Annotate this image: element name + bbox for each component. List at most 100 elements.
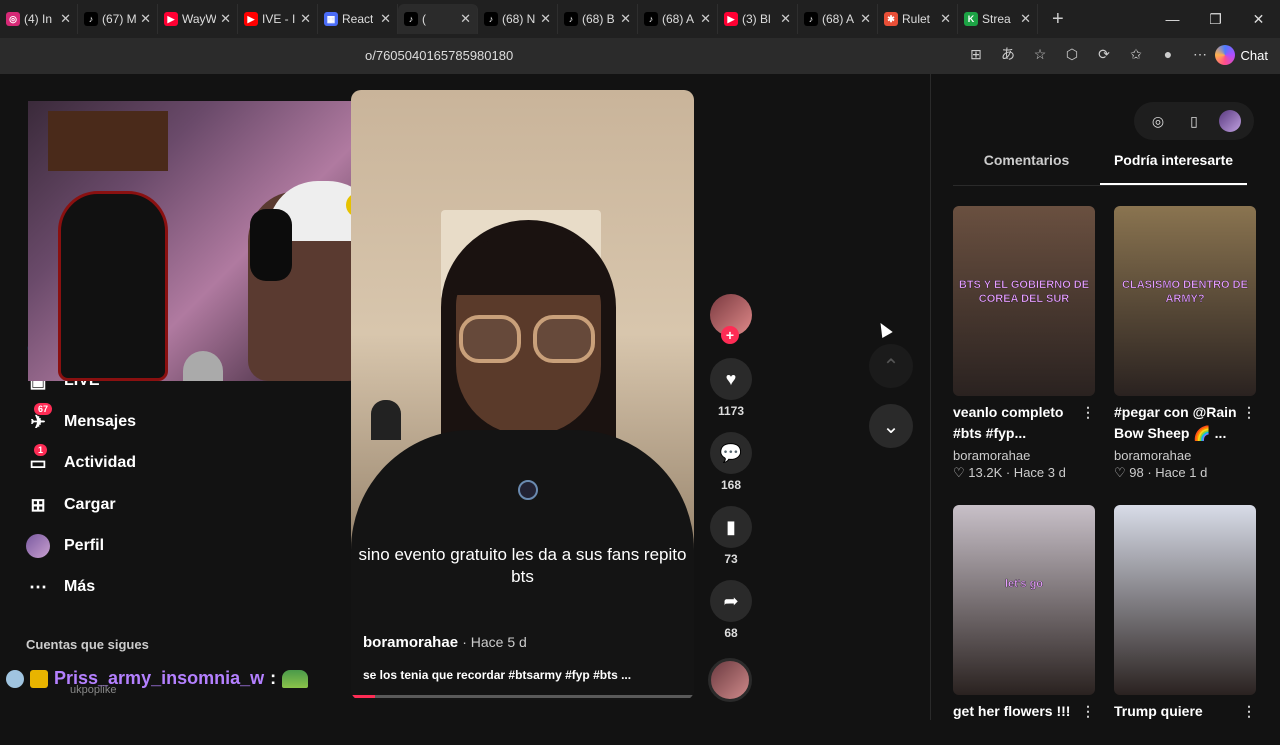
tab-close-icon[interactable]: ✕	[540, 11, 551, 27]
sidebar-item-cargar[interactable]: ⊞ Cargar	[26, 493, 115, 517]
sidebar-item-mensajes[interactable]: ✈ 67 Mensajes	[26, 403, 136, 434]
recommended-video-card[interactable]: BTS Y EL GOBIERNO DE COREA DEL SUR veanl…	[953, 206, 1095, 481]
tab-close-icon[interactable]: ✕	[700, 11, 711, 27]
sync-icon[interactable]: ⟳	[1094, 44, 1114, 64]
share-icon[interactable]: ➦	[710, 580, 752, 622]
tab-favicon-icon: ▶	[244, 12, 258, 26]
tab-close-icon[interactable]: ✕	[60, 11, 71, 27]
browser-tab[interactable]: ♪ (67) M ✕	[78, 4, 158, 34]
card-title[interactable]: Trump quiere ⋮	[1114, 701, 1256, 745]
save-button[interactable]: ▮ 73	[708, 506, 754, 568]
browser-tab[interactable]: ▶ WayW ✕	[158, 4, 238, 34]
more-options-icon[interactable]: ⋮	[1081, 701, 1095, 722]
video-player[interactable]: sino evento gratuito les da a sus fans r…	[351, 90, 694, 700]
url-text[interactable]: o/7605040165785980180	[365, 48, 513, 63]
recommended-video-card[interactable]: Trump quiere ⋮	[1114, 505, 1256, 745]
app-icon[interactable]: ⊞	[966, 44, 986, 64]
webcam-gaming-chair	[58, 191, 168, 381]
heart-icon[interactable]: ♥	[710, 358, 752, 400]
next-video-chevron-down-icon[interactable]: ⌄	[869, 404, 913, 448]
video-thumbnail[interactable]: BTS Y EL GOBIERNO DE COREA DEL SUR	[953, 206, 1095, 396]
more-options-icon[interactable]: ⋮	[1081, 402, 1095, 423]
tab-close-icon[interactable]: ✕	[380, 11, 391, 27]
video-thumbnail[interactable]	[1114, 505, 1256, 695]
browser-tab[interactable]: ▶ (3) Bl ✕	[718, 4, 798, 34]
browser-tab[interactable]: ♪ (✕	[398, 4, 478, 34]
user-avatar[interactable]	[1219, 110, 1241, 132]
explore-compass-icon[interactable]: ◎	[1147, 110, 1169, 132]
streamer-webcam	[28, 101, 363, 381]
comment-button[interactable]: 💬 168	[708, 432, 754, 494]
card-title[interactable]: veanlo completo #bts #fyp... ⋮	[953, 402, 1095, 446]
tab-close-icon[interactable]: ✕	[860, 11, 871, 27]
restore-icon[interactable]: ❐	[1194, 0, 1237, 38]
tab-close-icon[interactable]: ✕	[140, 11, 151, 27]
sidebar-item-perfil[interactable]: Perfil	[26, 534, 104, 558]
new-tab-icon[interactable]: +	[1052, 8, 1064, 31]
follow-plus-icon[interactable]: +	[721, 326, 739, 344]
tab-comments[interactable]: Comentarios	[953, 152, 1100, 185]
tab-close-icon[interactable]: ✕	[940, 11, 951, 27]
device-icon[interactable]: ▯	[1183, 110, 1205, 132]
browser-tab[interactable]: ♪ (68) A ✕	[798, 4, 878, 34]
video-description[interactable]: se los tenia que recordar #btsarmy #fyp …	[363, 668, 683, 682]
previous-video-chevron-up-icon[interactable]: ⌃	[869, 344, 913, 388]
tab-close-icon[interactable]: ✕	[460, 11, 471, 27]
browser-tab[interactable]: ▶ IVE - I ✕	[238, 4, 318, 34]
video-author-name[interactable]: boramorahae	[363, 634, 458, 651]
browser-tab[interactable]: K Strea ✕	[958, 4, 1038, 34]
collections-icon[interactable]: ✩	[1126, 44, 1146, 64]
video-thumbnail[interactable]: CLASISMO DENTRO DE ARMY?	[1114, 206, 1256, 396]
more-options-icon[interactable]: ⋮	[1242, 701, 1256, 722]
translate-icon[interactable]: あ	[998, 44, 1018, 64]
like-button[interactable]: ♥ 1173	[708, 358, 754, 420]
chat-label: Chat	[1240, 47, 1268, 63]
share-button[interactable]: ➦ 68	[708, 580, 754, 642]
browser-tab[interactable]: ♪ (68) A ✕	[638, 4, 718, 34]
browser-tab[interactable]: ✱ Rulet ✕	[878, 4, 958, 34]
browser-tab[interactable]: ♪ (68) N ✕	[478, 4, 558, 34]
card-title[interactable]: #pegar con @Rain Bow Sheep 🌈 ... ⋮	[1114, 402, 1256, 446]
video-author[interactable]: boramorahae · Hace 5 d	[363, 634, 527, 651]
tab-favicon-icon: ▶	[164, 12, 178, 26]
bookmark-icon[interactable]: ▮	[710, 506, 752, 548]
music-disc-avatar[interactable]	[708, 658, 752, 702]
minimize-icon[interactable]: —	[1151, 0, 1194, 38]
browser-tab[interactable]: ♪ (68) B ✕	[558, 4, 638, 34]
creator-avatar-button[interactable]: +	[708, 294, 754, 344]
thumbnail-text: CLASISMO DENTRO DE ARMY?	[1122, 279, 1248, 305]
browser-tab[interactable]: ◎ (4) In ✕	[0, 4, 78, 34]
sidebar-item-actividad[interactable]: ▭ 1 Actividad	[26, 444, 136, 475]
following-title: Cuentas que sigues	[26, 637, 149, 652]
profile-icon[interactable]: ●	[1158, 44, 1178, 64]
tab-close-icon[interactable]: ✕	[780, 11, 791, 27]
card-author[interactable]: boramorahae	[953, 448, 1095, 463]
recommended-video-card[interactable]: let's go get her flowers !!! ⋮	[953, 505, 1095, 745]
extensions-icon[interactable]: ⬡	[1062, 44, 1082, 64]
more-options-icon[interactable]: ⋮	[1242, 402, 1256, 423]
tab-favicon-icon: K	[964, 12, 978, 26]
browser-tab[interactable]: ▦ React ✕	[318, 4, 398, 34]
card-author[interactable]: boramorahae	[1114, 448, 1256, 463]
video-thumbnail[interactable]: let's go	[953, 505, 1095, 695]
favorite-star-icon[interactable]: ☆	[1030, 44, 1050, 64]
menu-dots-icon[interactable]: ⋯	[1190, 44, 1210, 64]
tab-recommended[interactable]: Podría interesarte	[1100, 152, 1247, 185]
comment-icon[interactable]: 💬	[710, 432, 752, 474]
card-title[interactable]: get her flowers !!! ⋮	[953, 701, 1095, 745]
close-window-icon[interactable]: ✕	[1237, 0, 1280, 38]
tab-title: (3) Bl	[742, 12, 771, 26]
video-time-text: Hace 5 d	[470, 634, 527, 650]
tab-close-icon[interactable]: ✕	[300, 11, 311, 27]
tab-favicon-icon: ✱	[884, 12, 898, 26]
tab-close-icon[interactable]: ✕	[1020, 11, 1031, 27]
video-progress-bar[interactable]	[351, 695, 694, 698]
tab-close-icon[interactable]: ✕	[620, 11, 631, 27]
tab-favicon-icon: ♪	[564, 12, 578, 26]
sidebar-item-más[interactable]: ⋯ Más	[26, 575, 95, 599]
recommended-video-card[interactable]: CLASISMO DENTRO DE ARMY? #pegar con @Rai…	[1114, 206, 1256, 481]
tab-close-icon[interactable]: ✕	[220, 11, 231, 27]
messages-icon: ✈ 67	[26, 403, 53, 434]
sidebar-item-label: Perfil	[64, 537, 105, 554]
copilot-chat-button[interactable]: Chat	[1214, 45, 1268, 65]
